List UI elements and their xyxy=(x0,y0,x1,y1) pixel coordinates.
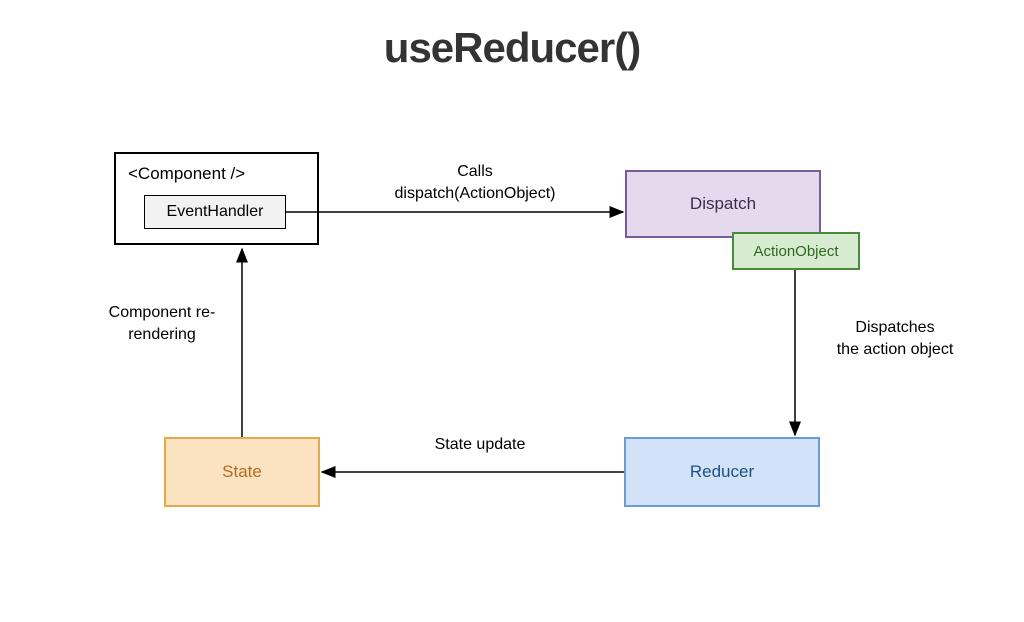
edge-label-rerender: Component re- rendering xyxy=(82,302,242,345)
edge-label-calls: Calls dispatch(ActionObject) xyxy=(360,161,590,204)
edge-dispatches-line2: the action object xyxy=(837,341,954,358)
event-handler-node: EventHandler xyxy=(144,195,286,229)
action-object-node: ActionObject xyxy=(732,232,860,270)
edge-rerender-line1: Component re- xyxy=(109,304,216,321)
reducer-node: Reducer xyxy=(624,437,820,507)
edge-calls-line1: Calls xyxy=(457,163,493,180)
state-node: State xyxy=(164,437,320,507)
edge-label-dispatches: Dispatches the action object xyxy=(810,317,980,360)
edge-rerender-line2: rendering xyxy=(128,326,196,343)
diagram-title: useReducer() xyxy=(0,24,1024,72)
edge-dispatches-line1: Dispatches xyxy=(855,319,934,336)
edge-label-state-update: State update xyxy=(390,434,570,456)
edge-calls-line2: dispatch(ActionObject) xyxy=(395,185,556,202)
component-label: <Component /> xyxy=(128,164,305,184)
dispatch-node: Dispatch xyxy=(625,170,821,238)
